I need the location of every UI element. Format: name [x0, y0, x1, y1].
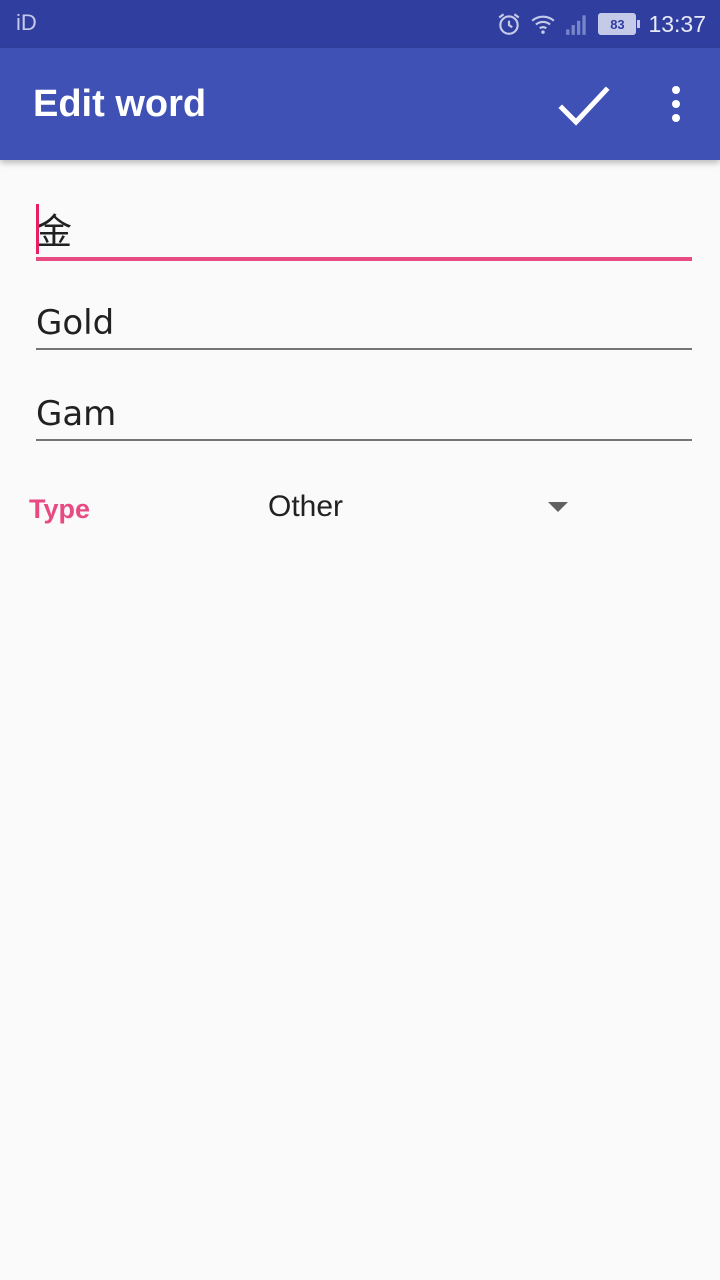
page-title: Edit word	[33, 83, 207, 125]
reading-field-underline	[36, 439, 692, 441]
dropdown-arrow-icon	[548, 502, 568, 512]
status-icons: 83 13:37	[496, 8, 706, 40]
text-caret	[36, 204, 39, 254]
carrier-label: iD	[16, 10, 37, 35]
type-selected-value: Other	[268, 490, 344, 523]
app-bar: Edit word	[0, 48, 720, 160]
check-icon	[558, 86, 610, 126]
status-bar: iD 83 13:37	[0, 0, 720, 48]
battery-level: 83	[598, 13, 637, 35]
word-field[interactable]	[36, 200, 692, 261]
more-options-button[interactable]	[654, 78, 698, 134]
meaning-field[interactable]	[36, 298, 692, 350]
reading-field[interactable]	[36, 389, 692, 441]
type-dropdown[interactable]: Other	[254, 478, 584, 538]
alarm-icon	[499, 13, 520, 35]
reading-input[interactable]	[36, 389, 692, 439]
more-vert-icon	[672, 86, 680, 122]
word-field-underline	[36, 257, 692, 261]
status-time: 13:37	[648, 10, 706, 37]
type-label: Type	[29, 494, 91, 524]
save-button[interactable]	[552, 78, 616, 134]
battery-icon: 83	[598, 13, 641, 35]
signal-icon	[566, 15, 587, 35]
meaning-input[interactable]	[36, 298, 692, 348]
meaning-field-underline	[36, 348, 692, 350]
word-input[interactable]	[36, 200, 692, 254]
wifi-icon	[531, 15, 555, 34]
